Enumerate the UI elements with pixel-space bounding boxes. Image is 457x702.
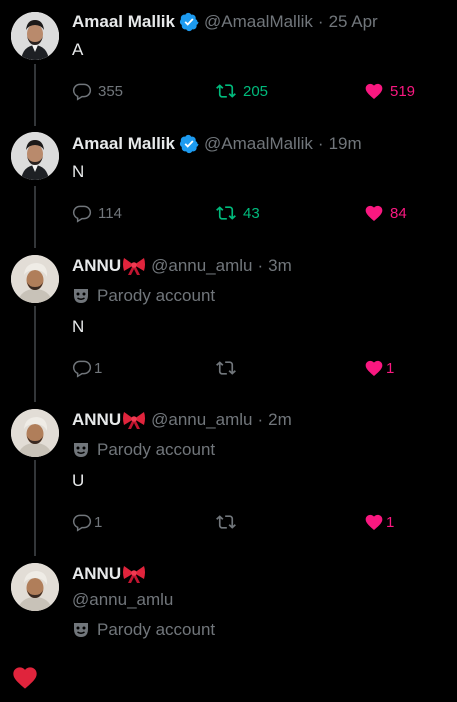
- reply-author-row[interactable]: ANNU @annu_amlu Parody account: [0, 553, 457, 653]
- ribbon-bow-icon: [122, 564, 146, 584]
- retweet-arrows-icon: [216, 84, 236, 98]
- speech-bubble-icon: [72, 514, 92, 532]
- tweet-actions: 1 1: [72, 510, 432, 534]
- reply-count: 1: [94, 513, 103, 531]
- tweet-header: Amaal Mallik @AmaalMallik · 19m: [72, 133, 362, 155]
- tweet[interactable]: ANNU @annu_amlu · 2m Parody account U 1: [0, 399, 457, 554]
- retweet-count: 205: [243, 82, 269, 100]
- heart-icon: [365, 360, 383, 376]
- like-button[interactable]: 519: [364, 79, 415, 103]
- author-handle[interactable]: @annu_amlu: [151, 410, 252, 430]
- ribbon-bow-icon: [122, 256, 146, 276]
- retweet-arrows-icon: [216, 206, 236, 220]
- separator-dot: ·: [257, 256, 264, 275]
- parody-label-text: Parody account: [97, 286, 216, 305]
- author-handle[interactable]: @AmaalMallik: [204, 134, 313, 154]
- avatar[interactable]: [11, 12, 59, 60]
- tweet-text: N: [72, 317, 85, 336]
- parody-label: Parody account: [72, 619, 215, 641]
- speech-bubble-icon: [72, 205, 92, 223]
- tweet-actions: 114 43 84: [72, 201, 432, 225]
- separator-dot: ·: [317, 12, 324, 31]
- retweet-button[interactable]: [215, 510, 237, 534]
- author-handle[interactable]: @AmaalMallik: [204, 12, 313, 32]
- reply-count: 114: [98, 204, 122, 222]
- theater-mask-icon: [72, 287, 90, 305]
- author-handle[interactable]: @annu_amlu: [72, 590, 173, 610]
- avatar[interactable]: [11, 132, 59, 180]
- tweet-header: ANNU @annu_amlu · 3m: [72, 255, 292, 277]
- tweet-header: Amaal Mallik @AmaalMallik · 25 Apr: [72, 11, 378, 33]
- heart-icon: [365, 83, 383, 99]
- timestamp[interactable]: 19m: [329, 134, 362, 154]
- tweet[interactable]: ANNU @annu_amlu · 3m Parody account N 1: [0, 245, 457, 400]
- tweet-thread: Amaal Mallik @AmaalMallik · 25 Apr A 355…: [0, 0, 457, 702]
- verified-badge-icon: [179, 134, 199, 154]
- tweet[interactable]: Amaal Mallik @AmaalMallik · 25 Apr A 355…: [0, 0, 457, 120]
- author-name[interactable]: ANNU: [72, 564, 121, 584]
- reply-button[interactable]: 355: [72, 79, 123, 103]
- like-count: 519: [390, 82, 416, 100]
- parody-label: Parody account: [72, 285, 215, 307]
- timestamp[interactable]: 25 Apr: [329, 12, 378, 32]
- theater-mask-icon: [72, 621, 90, 639]
- tweet[interactable]: Amaal Mallik @AmaalMallik · 19m N 114 43…: [0, 120, 457, 245]
- reply-count: 1: [94, 359, 103, 377]
- like-button[interactable]: 1: [364, 510, 394, 534]
- tweet-actions: 355 205 519: [72, 79, 432, 103]
- retweet-arrows-icon: [216, 515, 236, 529]
- retweet-button[interactable]: 43: [215, 201, 260, 225]
- avatar[interactable]: [11, 563, 59, 611]
- reply-button[interactable]: 1: [72, 356, 102, 380]
- timestamp[interactable]: 2m: [268, 410, 292, 430]
- author-name[interactable]: Amaal Mallik: [72, 12, 175, 32]
- tweet-text: N: [72, 162, 85, 181]
- reply-count: 355: [98, 82, 124, 100]
- avatar[interactable]: [11, 255, 59, 303]
- heart-icon: [365, 514, 383, 530]
- timestamp[interactable]: 3m: [268, 256, 292, 276]
- author-handle[interactable]: @annu_amlu: [151, 256, 252, 276]
- author-name[interactable]: Amaal Mallik: [72, 134, 175, 154]
- like-button[interactable]: 84: [364, 201, 407, 225]
- parody-label-text: Parody account: [97, 440, 216, 459]
- parody-label: Parody account: [72, 439, 215, 461]
- reply-button[interactable]: 1: [72, 510, 102, 534]
- retweet-button[interactable]: [215, 356, 237, 380]
- tweet-actions: 1 1: [72, 356, 432, 380]
- tweet-header: ANNU @annu_amlu · 2m: [72, 409, 292, 431]
- avatar[interactable]: [11, 409, 59, 457]
- parody-label-text: Parody account: [97, 620, 216, 639]
- like-count: 84: [390, 204, 407, 222]
- retweet-button[interactable]: 205: [215, 79, 268, 103]
- tweet-text: U: [72, 471, 85, 490]
- theater-mask-icon: [72, 441, 90, 459]
- reply-button[interactable]: 114: [72, 201, 122, 225]
- like-button[interactable]: 1: [364, 356, 394, 380]
- tweet-header: ANNU: [72, 563, 146, 585]
- author-name[interactable]: ANNU: [72, 410, 121, 430]
- verified-badge-icon: [179, 12, 199, 32]
- separator-dot: ·: [317, 134, 324, 153]
- like-count: 1: [386, 513, 395, 531]
- retweet-count: 43: [243, 204, 260, 222]
- ribbon-bow-icon: [122, 410, 146, 430]
- heart-icon: [365, 205, 383, 221]
- separator-dot: ·: [257, 410, 264, 429]
- like-count: 1: [386, 359, 395, 377]
- tweet-text: A: [72, 40, 84, 59]
- author-name[interactable]: ANNU: [72, 256, 121, 276]
- speech-bubble-icon: [72, 360, 92, 378]
- speech-bubble-icon: [72, 83, 92, 101]
- heart-reaction-icon[interactable]: [11, 664, 39, 690]
- retweet-arrows-icon: [216, 361, 236, 375]
